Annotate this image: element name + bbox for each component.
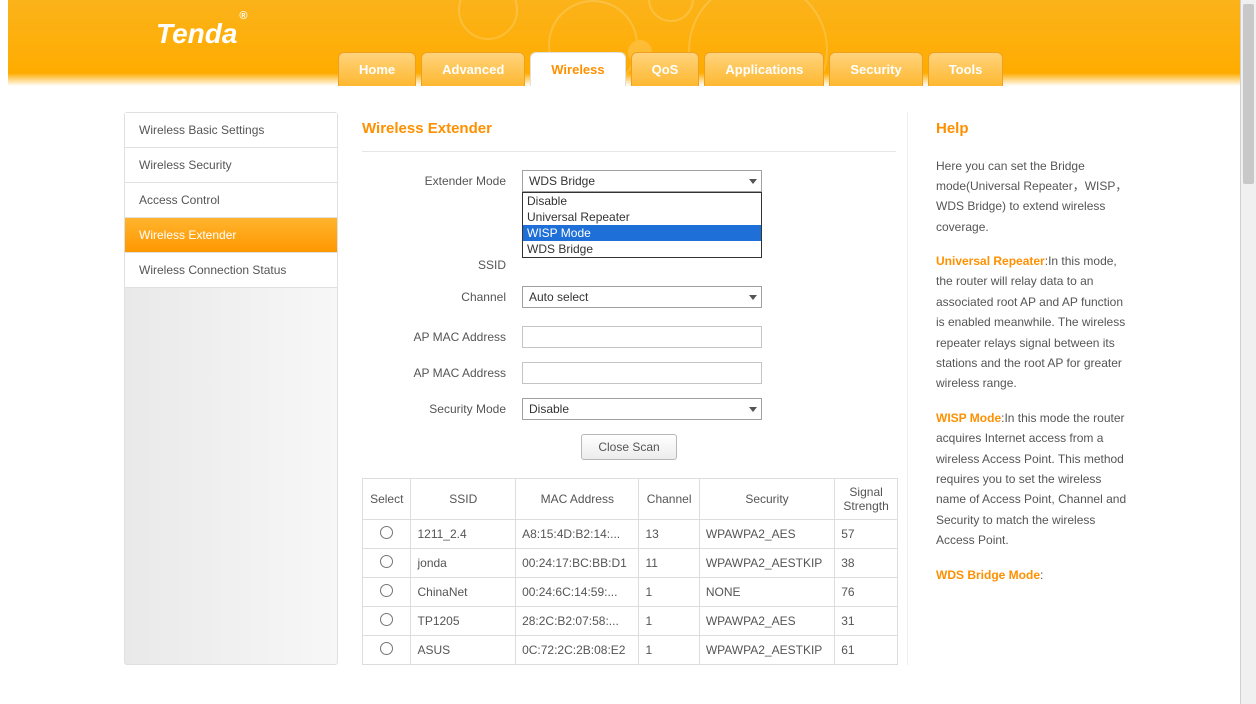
- cell-channel: 13: [639, 520, 699, 549]
- help-universal-repeater: Universal Repeater:In this mode, the rou…: [936, 251, 1132, 394]
- option-wds-bridge[interactable]: WDS Bridge: [523, 241, 761, 257]
- table-row: jonda00:24:17:BC:BB:D111WPAWPA2_AESTKIP3…: [363, 549, 898, 578]
- extender-mode-dropdown[interactable]: Disable Universal Repeater WISP Mode WDS…: [522, 192, 762, 258]
- help-intro: Here you can set the Bridge mode(Univers…: [936, 156, 1132, 238]
- extender-mode-label: Extender Mode: [362, 174, 522, 188]
- cell-mac: 28:2C:B2:07:58:...: [516, 607, 639, 636]
- sidebar-item-basic-settings[interactable]: Wireless Basic Settings: [125, 113, 337, 148]
- page-title: Wireless Extender: [362, 120, 879, 137]
- sidebar: Wireless Basic Settings Wireless Securit…: [124, 112, 338, 665]
- help-title: Help: [936, 116, 1132, 142]
- col-security: Security: [699, 479, 834, 520]
- ap-mac-1-label: AP MAC Address: [362, 330, 522, 344]
- help-panel: Help Here you can set the Bridge mode(Un…: [936, 112, 1132, 665]
- cell-signal: 57: [835, 520, 898, 549]
- scan-results-table: Select SSID MAC Address Channel Security…: [362, 478, 898, 665]
- col-channel: Channel: [639, 479, 699, 520]
- table-row: 1211_2.4A8:15:4D:B2:14:...13WPAWPA2_AES5…: [363, 520, 898, 549]
- tab-qos[interactable]: QoS: [631, 52, 700, 86]
- channel-label: Channel: [362, 290, 522, 304]
- channel-select[interactable]: Auto select: [522, 286, 762, 308]
- tab-wireless[interactable]: Wireless: [530, 52, 625, 86]
- ssid-label: SSID: [362, 258, 522, 272]
- col-mac: MAC Address: [516, 479, 639, 520]
- security-mode-label: Security Mode: [362, 402, 522, 416]
- help-wds-bridge: WDS Bridge Mode:: [936, 565, 1132, 585]
- cell-security: WPAWPA2_AESTKIP: [699, 636, 834, 665]
- cell-ssid: TP1205: [411, 607, 516, 636]
- table-row: ASUS0C:72:2C:2B:08:E21WPAWPA2_AESTKIP61: [363, 636, 898, 665]
- cell-mac: 00:24:6C:14:59:...: [516, 578, 639, 607]
- help-wisp-mode: WISP Mode:In this mode the router acquir…: [936, 408, 1132, 551]
- cell-channel: 1: [639, 607, 699, 636]
- cell-ssid: ChinaNet: [411, 578, 516, 607]
- header: Tenda® Home Advanced Wireless QoS Applic…: [8, 0, 1248, 86]
- cell-channel: 1: [639, 578, 699, 607]
- row-select-radio[interactable]: [380, 613, 393, 626]
- cell-channel: 1: [639, 636, 699, 665]
- sidebar-item-wireless-security[interactable]: Wireless Security: [125, 148, 337, 183]
- tab-tools[interactable]: Tools: [928, 52, 1004, 86]
- cell-signal: 38: [835, 549, 898, 578]
- cell-security: NONE: [699, 578, 834, 607]
- option-disable[interactable]: Disable: [523, 193, 761, 209]
- tab-advanced[interactable]: Advanced: [421, 52, 525, 86]
- cell-channel: 11: [639, 549, 699, 578]
- brand-logo: Tenda®: [156, 18, 248, 50]
- row-select-radio[interactable]: [380, 642, 393, 655]
- option-wisp-mode[interactable]: WISP Mode: [523, 225, 761, 241]
- security-mode-select[interactable]: Disable: [522, 398, 762, 420]
- ap-mac-2-label: AP MAC Address: [362, 366, 522, 380]
- row-select-radio[interactable]: [380, 555, 393, 568]
- ap-mac-1-input[interactable]: [522, 326, 762, 348]
- cell-signal: 76: [835, 578, 898, 607]
- cell-ssid: ASUS: [411, 636, 516, 665]
- main-tabs: Home Advanced Wireless QoS Applications …: [338, 52, 1003, 86]
- sidebar-item-access-control[interactable]: Access Control: [125, 183, 337, 218]
- col-select: Select: [363, 479, 411, 520]
- cell-mac: A8:15:4D:B2:14:...: [516, 520, 639, 549]
- cell-mac: 00:24:17:BC:BB:D1: [516, 549, 639, 578]
- col-ssid: SSID: [411, 479, 516, 520]
- table-row: TP120528:2C:B2:07:58:...1WPAWPA2_AES31: [363, 607, 898, 636]
- tab-home[interactable]: Home: [338, 52, 416, 86]
- option-universal-repeater[interactable]: Universal Repeater: [523, 209, 761, 225]
- vertical-scrollbar[interactable]: [1240, 0, 1256, 704]
- close-scan-button[interactable]: Close Scan: [581, 434, 676, 460]
- row-select-radio[interactable]: [380, 526, 393, 539]
- ap-mac-2-input[interactable]: [522, 362, 762, 384]
- cell-security: WPAWPA2_AES: [699, 607, 834, 636]
- chevron-down-icon: [749, 407, 757, 412]
- cell-ssid: jonda: [411, 549, 516, 578]
- cell-security: WPAWPA2_AES: [699, 520, 834, 549]
- tab-security[interactable]: Security: [829, 52, 922, 86]
- cell-ssid: 1211_2.4: [411, 520, 516, 549]
- col-signal: Signal Strength: [835, 479, 898, 520]
- vertical-divider: [907, 112, 908, 665]
- chevron-down-icon: [749, 179, 757, 184]
- main-content: Wireless Extender Extender Mode WDS Brid…: [362, 112, 879, 665]
- cell-signal: 61: [835, 636, 898, 665]
- row-select-radio[interactable]: [380, 584, 393, 597]
- cell-mac: 0C:72:2C:2B:08:E2: [516, 636, 639, 665]
- extender-mode-select[interactable]: WDS Bridge: [522, 170, 762, 192]
- tab-applications[interactable]: Applications: [704, 52, 824, 86]
- cell-security: WPAWPA2_AESTKIP: [699, 549, 834, 578]
- sidebar-item-connection-status[interactable]: Wireless Connection Status: [125, 253, 337, 288]
- sidebar-item-wireless-extender[interactable]: Wireless Extender: [125, 218, 337, 253]
- cell-signal: 31: [835, 607, 898, 636]
- table-row: ChinaNet00:24:6C:14:59:...1NONE76: [363, 578, 898, 607]
- chevron-down-icon: [749, 295, 757, 300]
